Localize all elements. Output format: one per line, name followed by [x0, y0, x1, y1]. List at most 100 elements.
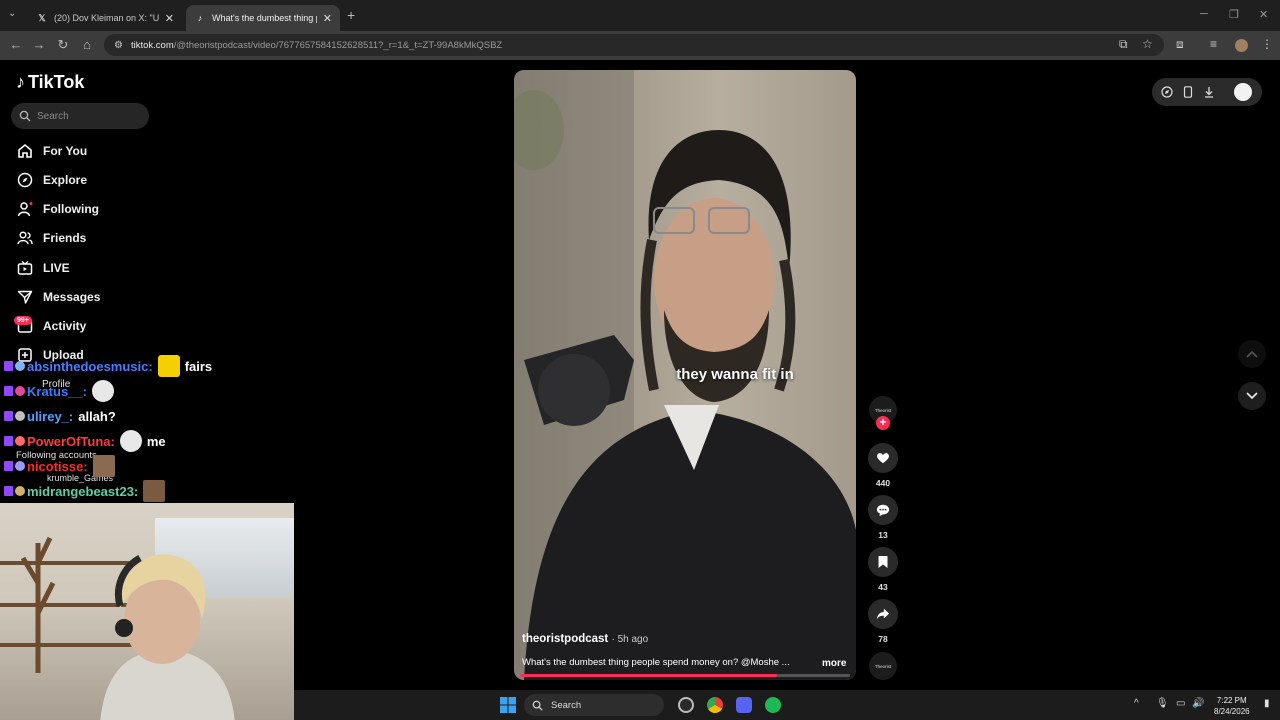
- nav-following[interactable]: Following: [16, 199, 99, 219]
- comment-icon[interactable]: [868, 495, 898, 525]
- nav-live[interactable]: LIVE: [16, 258, 70, 278]
- new-tab-plus-icon[interactable]: +: [347, 7, 355, 23]
- back-arrow-icon[interactable]: ←: [8, 37, 24, 52]
- comment-action[interactable]: 13: [867, 495, 899, 540]
- home-icon[interactable]: ⌂: [79, 37, 95, 52]
- twitch-badge-icon: [4, 486, 13, 496]
- windows-start-icon[interactable]: [500, 697, 516, 713]
- home-icon: [16, 142, 34, 160]
- compass-icon: [16, 171, 34, 189]
- spotify-app-icon[interactable]: [765, 697, 781, 713]
- bookmark-star-icon[interactable]: ☆: [1142, 37, 1153, 51]
- address-toolbar: ← → ↻ ⌂ ⚙ tiktok.com/@theoristpodcast/vi…: [0, 31, 1280, 60]
- url-path: /@theoristpodcast/video/7677657584152628…: [173, 39, 503, 51]
- chat-message: midrangebeast23:: [4, 480, 170, 502]
- forward-arrow-icon[interactable]: →: [31, 37, 47, 52]
- streamer-figure: [100, 554, 235, 720]
- clock-date: 8/24/2026: [1214, 707, 1250, 716]
- microphone-icon[interactable]: 🎙: [1156, 698, 1169, 709]
- post-time: · 5h ago: [611, 634, 649, 645]
- previous-video-button[interactable]: [1238, 340, 1266, 368]
- chrome-app-icon[interactable]: [707, 697, 723, 713]
- emote-icon: [143, 480, 166, 502]
- tiktok-logo[interactable]: ♪ TikTok: [16, 72, 84, 93]
- following-icon: [16, 200, 34, 218]
- restore-icon[interactable]: ❐: [1229, 8, 1239, 21]
- network-icon[interactable]: ▭: [1176, 698, 1185, 709]
- heart-icon[interactable]: [868, 443, 898, 473]
- browser-menu-icon[interactable]: ⋮: [1261, 37, 1273, 51]
- tiktok-icon: ♪: [197, 13, 203, 23]
- obs-app-icon[interactable]: [678, 697, 694, 713]
- tiktok-search-input[interactable]: Search: [11, 103, 149, 129]
- webcam-tree-decor: [20, 536, 56, 673]
- more-button[interactable]: more: [822, 658, 846, 669]
- search-icon: [19, 110, 31, 122]
- toggle-knob[interactable]: [1234, 83, 1252, 101]
- media-controls-icon[interactable]: ≡: [1210, 37, 1217, 51]
- twitch-badge-icon: [4, 436, 13, 446]
- user-badge-icon: [15, 436, 25, 446]
- profile-avatar[interactable]: [1235, 39, 1248, 52]
- next-video-button[interactable]: [1238, 382, 1266, 410]
- follow-plus-button[interactable]: +: [876, 416, 890, 430]
- chat-message: absinthedoesmusic: fairs: [4, 355, 212, 377]
- troll-face-emote-icon: [119, 430, 142, 452]
- close-tab-icon[interactable]: ✕: [165, 12, 174, 25]
- install-app-icon[interactable]: ⧉: [1119, 37, 1128, 52]
- nav-messages[interactable]: Messages: [16, 287, 100, 307]
- tab-dov-kleiman[interactable]: 𝕏 (20) Dov Kleiman on X: "Updat ✕: [28, 5, 182, 31]
- nav-friends[interactable]: Friends: [16, 228, 86, 248]
- notifications-icon[interactable]: ▮: [1264, 698, 1270, 709]
- system-clock[interactable]: 7:22 PM 8/24/2026: [1214, 695, 1250, 717]
- compass-tool-icon[interactable]: [1160, 85, 1174, 99]
- close-window-icon[interactable]: ✕: [1259, 8, 1268, 21]
- video-progress-fill: [520, 674, 778, 677]
- twitch-badge-icon: [4, 386, 13, 396]
- twitch-badge-icon: [4, 411, 13, 421]
- reload-icon[interactable]: ↻: [55, 37, 71, 53]
- taskbar-search[interactable]: Search: [524, 694, 664, 716]
- video-player[interactable]: they wanna fit in theoristpodcast · 5h a…: [514, 70, 856, 680]
- device-icon[interactable]: [1181, 85, 1195, 99]
- nav-for-you[interactable]: For You: [16, 141, 87, 161]
- chat-message: PowerOfTuna: me: [4, 430, 166, 452]
- messages-icon: [16, 288, 34, 306]
- nav-explore[interactable]: Explore: [16, 170, 87, 190]
- close-tab-icon[interactable]: ✕: [323, 12, 332, 25]
- tab-search-chevron-icon[interactable]: ⌄: [8, 8, 16, 19]
- discord-app-icon[interactable]: [736, 697, 752, 713]
- video-progress-bar[interactable]: [520, 674, 850, 677]
- like-action[interactable]: 440: [867, 443, 899, 488]
- user-badge-icon: [15, 461, 25, 471]
- tray-chevron-up-icon[interactable]: ^: [1134, 698, 1139, 709]
- tab-tiktok-video[interactable]: ♪ What's the dumbest thing peop ✕: [186, 5, 340, 31]
- extensions-icon[interactable]: ⧈: [1176, 37, 1184, 52]
- tiktok-note-icon: ♪: [16, 72, 25, 92]
- twitch-badge-icon: [4, 461, 13, 471]
- chat-message: Kratus__:: [4, 380, 119, 402]
- save-action[interactable]: 43: [867, 547, 899, 592]
- bookmark-icon[interactable]: [868, 547, 898, 577]
- browser-tab-bar: ⌄ 𝕏 (20) Dov Kleiman on X: "Updat ✕ ♪ Wh…: [0, 0, 1280, 31]
- windows-taskbar: Search ^ 🎙 ▭ 🔊 7:22 PM 8/24/2026 ▮: [294, 690, 1280, 720]
- volume-icon[interactable]: 🔊: [1192, 698, 1204, 709]
- x-logo-icon: 𝕏: [38, 12, 46, 23]
- search-icon: [532, 700, 543, 711]
- video-author[interactable]: theoristpodcast · 5h ago: [522, 633, 648, 645]
- minimize-icon[interactable]: ─: [1200, 8, 1208, 20]
- live-icon: [16, 259, 34, 277]
- video-caption: they wanna fit in: [676, 366, 794, 383]
- emote-icon: [157, 355, 180, 377]
- share-action[interactable]: 78: [867, 599, 899, 644]
- streamer-webcam: [0, 503, 294, 720]
- friends-icon: [16, 229, 34, 247]
- share-arrow-icon[interactable]: [868, 599, 898, 629]
- download-icon[interactable]: [1202, 85, 1216, 99]
- music-disc[interactable]: Theorist: [869, 652, 897, 680]
- troll-face-emote-icon: [91, 380, 114, 402]
- twitch-badge-icon: [4, 361, 13, 371]
- comment-count: 13: [878, 530, 888, 540]
- url-bar[interactable]: ⚙ tiktok.com/@theoristpodcast/video/7677…: [104, 34, 1164, 56]
- site-settings-icon[interactable]: ⚙: [114, 40, 126, 51]
